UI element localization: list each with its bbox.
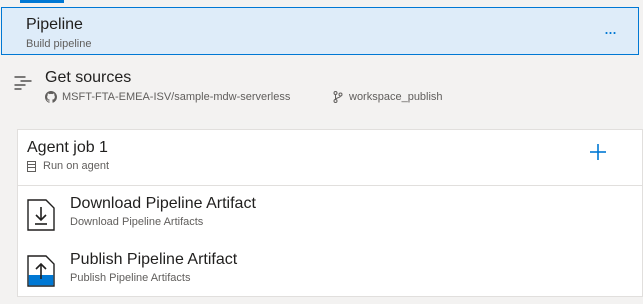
task-subtitle: Publish Pipeline Artifacts [70,272,191,284]
sources-list-icon [14,76,32,90]
pipeline-title: Pipeline [26,16,83,33]
task-title: Publish Pipeline Artifact [70,251,238,268]
plus-icon[interactable] [589,143,607,161]
more-options-icon[interactable]: ... [604,18,617,39]
branch-icon [333,91,343,103]
get-sources-title: Get sources [45,69,132,86]
task-download-artifact[interactable]: Download Pipeline Artifact Download Pipe… [18,186,642,242]
repository-name: MSFT-FTA-EMEA-ISV/sample-mdw-serverless [62,91,291,103]
server-icon [27,160,36,172]
branch-name: workspace_publish [349,91,443,103]
task-subtitle: Download Pipeline Artifacts [70,216,204,228]
pipeline-header[interactable]: Pipeline Build pipeline ... [1,7,639,55]
get-sources-step[interactable]: Get sources MSFT-FTA-EMEA-ISV/sample-mdw… [0,56,643,116]
branch-info: workspace_publish [333,91,443,103]
download-artifact-icon [27,199,55,231]
top-tab-strip [0,0,643,7]
task-publish-artifact[interactable]: Publish Pipeline Artifact Publish Pipeli… [18,242,642,298]
pipeline-subtitle: Build pipeline [26,38,92,50]
sources-meta: MSFT-FTA-EMEA-ISV/sample-mdw-serverless … [45,91,443,103]
github-icon [45,91,57,103]
agent-job-header[interactable]: Agent job 1 Run on agent [18,130,642,186]
agent-job-subtitle: Run on agent [43,160,110,172]
publish-artifact-icon [27,255,55,287]
active-tab-indicator [20,0,64,3]
agent-job-title: Agent job 1 [27,139,108,156]
agent-job-card: Agent job 1 Run on agent Download Pipeli… [17,129,643,297]
agent-job-subtitle-row: Run on agent [27,160,109,172]
task-title: Download Pipeline Artifact [70,195,256,212]
